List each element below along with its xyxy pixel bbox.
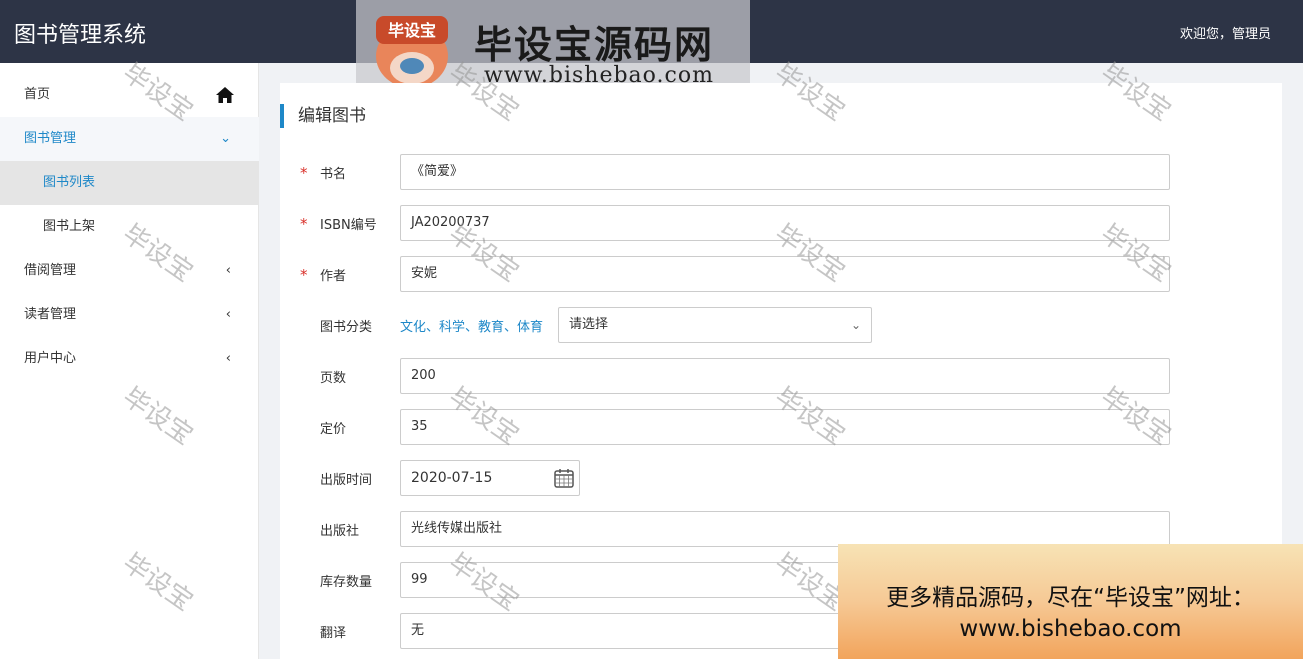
form-row-category: 图书分类 文化、科学、教育、体育 请选择 ⌄: [280, 307, 1282, 343]
sidebar-item-label: 图书管理: [24, 131, 77, 146]
ad-text: 更多精品源码，尽在“毕设宝”网址：: [886, 585, 1255, 611]
book-name-input[interactable]: 《简爱》: [400, 154, 1170, 190]
field-label: 定价: [320, 422, 347, 437]
form-row-pages: 页数 200: [280, 358, 1282, 394]
logo-name: 毕设宝源码网: [474, 23, 715, 67]
logo-badge-icon: 毕设宝: [376, 16, 448, 88]
required-mark: *: [300, 266, 308, 284]
pub-date-value: 2020-07-15: [411, 470, 493, 486]
sidebar-item-home[interactable]: 首页: [0, 73, 259, 117]
form-row-name: * 书名 《简爱》: [280, 154, 1282, 190]
chevron-left-icon: ‹: [225, 263, 231, 278]
sidebar-item-book-management[interactable]: 图书管理 ⌄: [0, 117, 259, 161]
sidebar-item-label: 用户中心: [24, 351, 77, 366]
ad-url[interactable]: www.bishebao.com: [838, 616, 1303, 642]
required-mark: *: [300, 164, 308, 182]
chevron-left-icon: ‹: [225, 307, 231, 322]
field-label: 书名: [320, 167, 347, 182]
field-label: 图书分类: [320, 320, 373, 335]
form-row-price: 定价 35: [280, 409, 1282, 445]
chevron-down-icon: ⌄: [850, 318, 861, 332]
sidebar-item-book-shelve[interactable]: 图书上架: [0, 205, 259, 249]
chevron-left-icon: ‹: [225, 351, 231, 366]
sidebar-item-label: 读者管理: [24, 307, 77, 322]
sidebar-item-label: 图书列表: [43, 175, 96, 190]
publisher-input[interactable]: 光线传媒出版社: [400, 511, 1170, 547]
field-label: 页数: [320, 371, 347, 386]
logo-badge-text: 毕设宝: [388, 21, 436, 40]
home-icon: [216, 87, 234, 103]
price-input[interactable]: 35: [400, 409, 1170, 445]
ad-banner[interactable]: 更多精品源码，尽在“毕设宝”网址： www.bishebao.com: [838, 544, 1303, 659]
field-label: 翻译: [320, 626, 347, 641]
pages-input[interactable]: 200: [400, 358, 1170, 394]
field-label: 库存数量: [320, 575, 373, 590]
form-row-pub-date: 出版时间 2020-07-15: [280, 460, 1282, 496]
field-label: ISBN编号: [320, 218, 377, 233]
logo-overlay: 毕设宝 毕设宝源码网 www.bishebao.com: [356, 0, 750, 88]
page-title: 编辑图书: [280, 104, 366, 128]
calendar-icon[interactable]: [553, 467, 575, 489]
field-label: 作者: [320, 269, 347, 284]
form-row-isbn: * ISBN编号 JA20200737: [280, 205, 1282, 241]
welcome-text[interactable]: 欢迎您，管理员: [1180, 23, 1271, 42]
sidebar-item-label: 首页: [24, 87, 51, 102]
form-row-publisher: 出版社 光线传媒出版社: [280, 511, 1282, 547]
sidebar-item-label: 借阅管理: [24, 263, 77, 278]
selected-category-text: 文化、科学、教育、体育: [400, 320, 544, 335]
author-input[interactable]: 安妮: [400, 256, 1170, 292]
sidebar: 首页 图书管理 ⌄ 图书列表 图书上架 借阅管理 ‹ 读者管理 ‹ 用户中心 ‹: [0, 63, 259, 659]
sidebar-item-book-list[interactable]: 图书列表: [0, 161, 259, 205]
field-label: 出版社: [320, 524, 360, 539]
category-select-value: 请选择: [569, 317, 609, 332]
app-title: 图书管理系统: [14, 23, 147, 48]
sidebar-item-label: 图书上架: [43, 219, 96, 234]
sidebar-item-borrow-management[interactable]: 借阅管理 ‹: [0, 249, 259, 293]
sidebar-item-reader-management[interactable]: 读者管理 ‹: [0, 293, 259, 337]
required-mark: *: [300, 215, 308, 233]
chevron-down-icon: ⌄: [220, 131, 231, 146]
sidebar-item-user-center[interactable]: 用户中心 ‹: [0, 337, 259, 381]
pub-date-input[interactable]: 2020-07-15: [400, 460, 580, 496]
category-select[interactable]: 请选择 ⌄: [558, 307, 872, 343]
isbn-input[interactable]: JA20200737: [400, 205, 1170, 241]
field-label: 出版时间: [320, 473, 373, 488]
form-row-author: * 作者 安妮: [280, 256, 1282, 292]
